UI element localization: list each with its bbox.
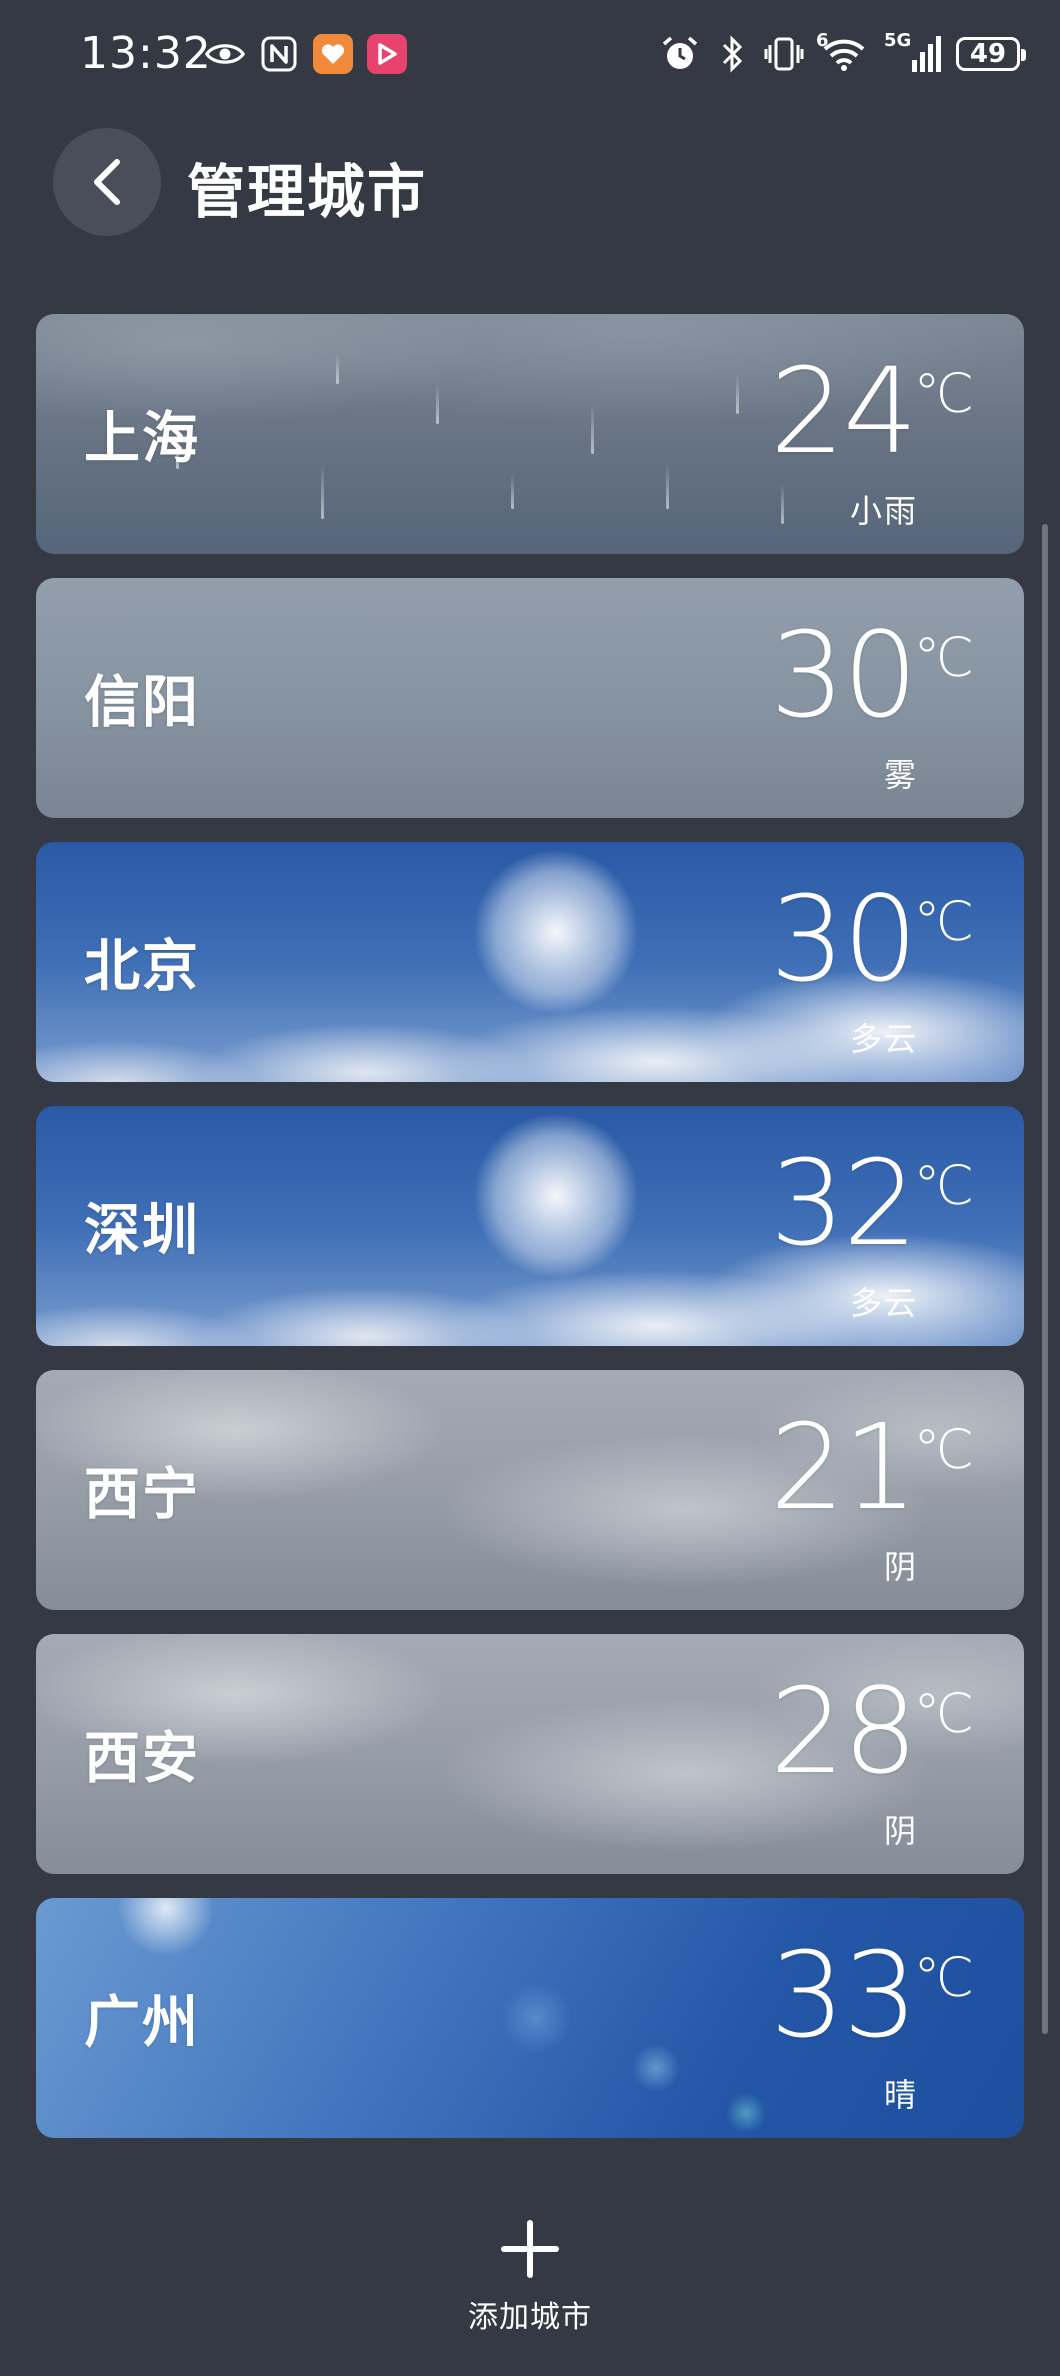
wifi-icon: 6 xyxy=(816,30,872,74)
city-card-xining[interactable]: 西宁 21 ℃ 阴 xyxy=(36,1370,1024,1610)
temperature: 28 xyxy=(769,1662,918,1800)
city-list: 上海 24 ℃ 小雨 信阳 30 ℃ 雾 北京 30 ℃ 多云 深圳 32 ℃ … xyxy=(36,314,1024,2162)
rain-streak xyxy=(736,374,739,414)
status-time: 13:32 xyxy=(80,28,212,79)
temperature-unit: ℃ xyxy=(913,890,974,953)
city-card-beijing[interactable]: 北京 30 ℃ 多云 xyxy=(36,842,1024,1082)
rain-streak xyxy=(321,464,324,519)
city-card-guangzhou[interactable]: 广州 33 ℃ 晴 xyxy=(36,1898,1024,2138)
temperature: 30 xyxy=(769,606,918,744)
city-name: 上海 xyxy=(84,406,200,472)
temperature-unit: ℃ xyxy=(913,1682,974,1745)
weather-condition: 晴 xyxy=(883,2076,918,2114)
city-card-shanghai[interactable]: 上海 24 ℃ 小雨 xyxy=(36,314,1024,554)
network-generation: 5G xyxy=(884,30,912,51)
city-name: 广州 xyxy=(84,1990,200,2056)
status-bar: 13:32 6 5G 49 xyxy=(0,0,1060,116)
temperature-unit: ℃ xyxy=(913,626,974,689)
city-name: 西宁 xyxy=(84,1462,200,1528)
temperature: 21 xyxy=(769,1398,918,1536)
status-right-icons: 6 5G 49 xyxy=(660,30,1026,74)
temperature-unit: ℃ xyxy=(913,1418,974,1481)
rain-streak xyxy=(591,404,594,454)
city-name: 信阳 xyxy=(84,670,200,736)
chevron-left-icon xyxy=(94,159,120,205)
city-name: 深圳 xyxy=(84,1198,200,1264)
city-card-xian[interactable]: 西安 28 ℃ 阴 xyxy=(36,1634,1024,1874)
page-title: 管理城市 xyxy=(187,158,428,226)
temperature: 33 xyxy=(769,1926,918,2064)
video-app-icon xyxy=(367,34,407,74)
temperature-unit: ℃ xyxy=(913,362,974,425)
status-left-icons xyxy=(205,34,407,74)
weather-condition: 阴 xyxy=(883,1812,918,1850)
plus-icon xyxy=(501,2220,559,2278)
rain-streak xyxy=(781,484,784,524)
bluetooth-icon xyxy=(712,34,752,74)
weather-condition: 多云 xyxy=(849,1020,918,1058)
heart-app-icon xyxy=(313,34,353,74)
add-city-button[interactable]: 添加城市 xyxy=(430,2220,630,2340)
temperature-unit: ℃ xyxy=(913,1154,974,1217)
city-name: 北京 xyxy=(84,934,200,1000)
rain-streak xyxy=(336,354,339,384)
city-name: 西安 xyxy=(84,1726,200,1792)
weather-condition: 阴 xyxy=(883,1548,918,1586)
rain-streak xyxy=(511,474,514,509)
battery-icon: 49 xyxy=(956,37,1026,71)
temperature: 30 xyxy=(769,870,918,1008)
back-button[interactable] xyxy=(53,128,161,236)
wifi-badge: 6 xyxy=(816,30,829,51)
add-city-label: 添加城市 xyxy=(468,2300,592,2335)
signal-icon: 5G xyxy=(884,30,944,74)
temperature: 32 xyxy=(769,1134,918,1272)
weather-condition: 多云 xyxy=(849,1284,918,1322)
rain-streak xyxy=(436,384,439,424)
temperature-unit: ℃ xyxy=(913,1946,974,2009)
city-card-shenzhen[interactable]: 深圳 32 ℃ 多云 xyxy=(36,1106,1024,1346)
vibrate-icon xyxy=(764,34,804,74)
city-card-xinyang[interactable]: 信阳 30 ℃ 雾 xyxy=(36,578,1024,818)
temperature: 24 xyxy=(769,342,918,480)
eye-icon xyxy=(205,34,245,74)
rain-streak xyxy=(666,464,669,509)
weather-condition: 小雨 xyxy=(849,492,918,530)
nfc-icon xyxy=(259,34,299,74)
scrollbar[interactable] xyxy=(1042,524,1048,2034)
alarm-icon xyxy=(660,34,700,74)
weather-condition: 雾 xyxy=(883,756,918,794)
battery-level: 49 xyxy=(969,39,1007,69)
